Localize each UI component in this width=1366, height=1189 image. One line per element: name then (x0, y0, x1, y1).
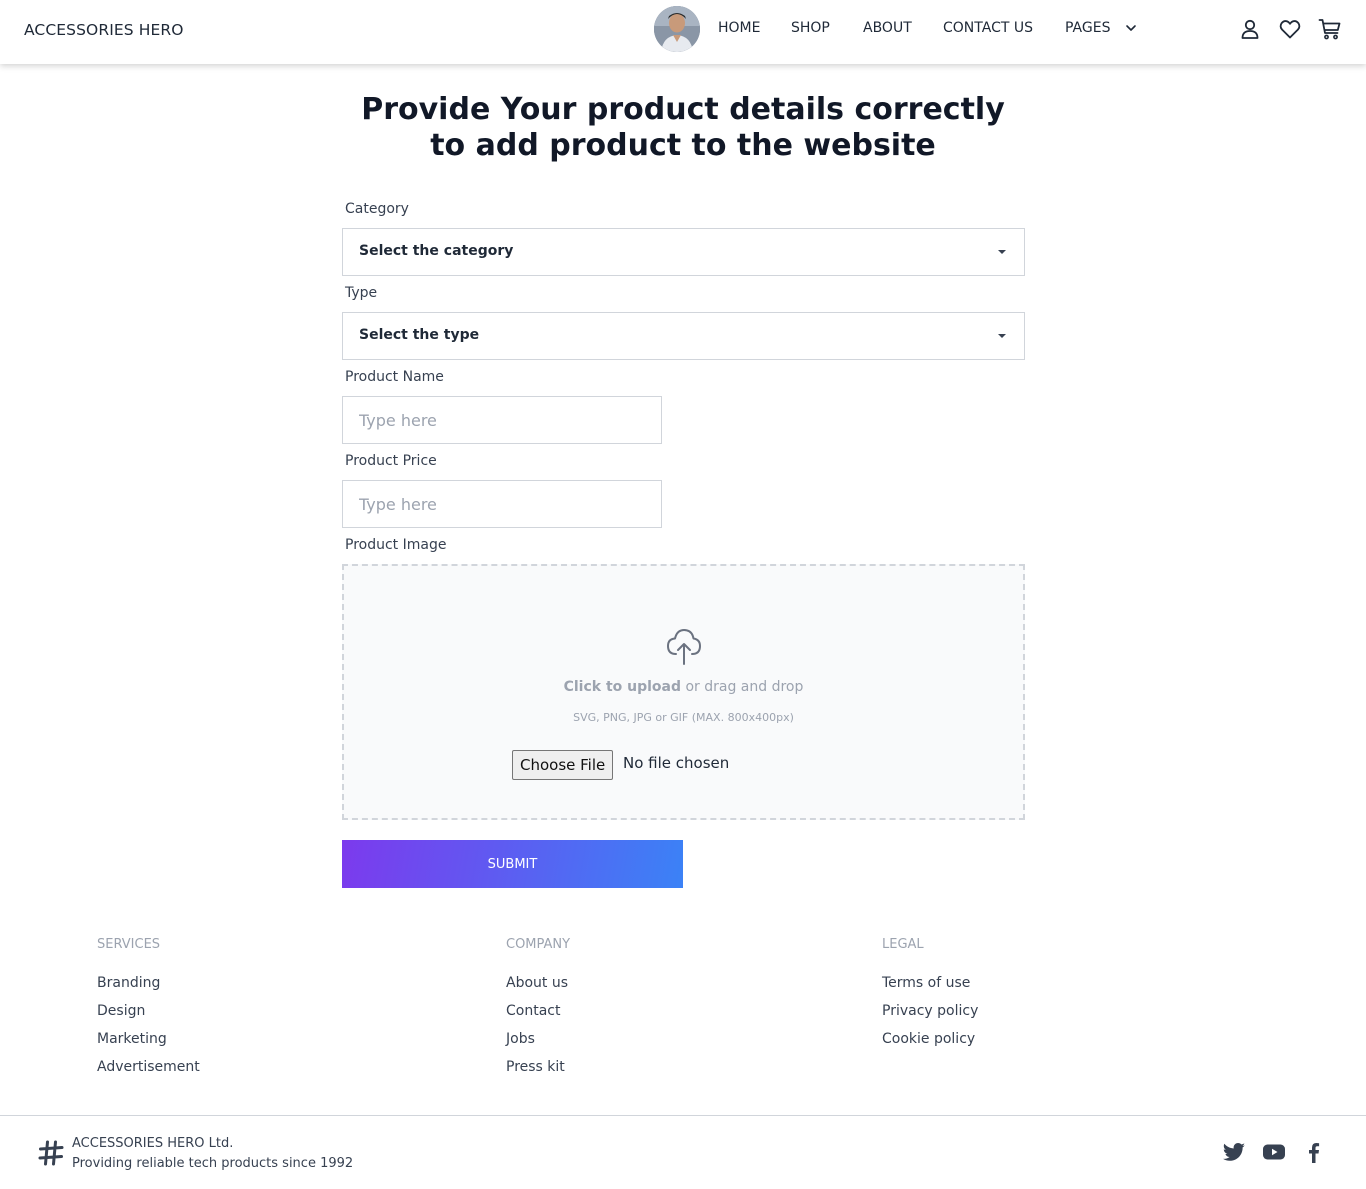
product-name-input[interactable] (342, 396, 662, 444)
page-title: Provide Your product details correctly t… (283, 92, 1083, 164)
footer-link-advertisement[interactable]: Advertisement (97, 1057, 200, 1085)
footer-company-title: COMPANY (506, 937, 571, 952)
footer-tagline: Providing reliable tech products since 1… (72, 1156, 354, 1171)
footer-services: SERVICES Branding Design Marketing Adver… (97, 937, 200, 1085)
product-price-label: Product Price (345, 453, 437, 469)
footer-link-cookie[interactable]: Cookie policy (882, 1029, 978, 1057)
footer-link-terms[interactable]: Terms of use (882, 973, 978, 1001)
footer-company-info: ACCESSORIES HERO Ltd. Providing reliable… (72, 1134, 353, 1174)
brand-logo[interactable]: ACCESSORIES HERO (24, 21, 184, 39)
nav-home[interactable]: HOME (718, 20, 760, 36)
footer-divider (0, 1115, 1366, 1116)
footer-link-marketing[interactable]: Marketing (97, 1029, 200, 1057)
footer-legal: LEGAL Terms of use Privacy policy Cookie… (882, 937, 978, 1057)
caret-down-icon (998, 334, 1006, 338)
avatar-image (654, 6, 700, 52)
product-name-label: Product Name (345, 369, 444, 385)
category-selected-value: Select the category (359, 243, 514, 259)
chevron-down-icon[interactable] (1124, 21, 1138, 35)
avatar[interactable] (654, 6, 700, 52)
footer-services-title: SERVICES (97, 937, 161, 952)
product-image-label: Product Image (345, 537, 447, 553)
page-title-line-1: Provide Your product details correctly (361, 92, 1005, 127)
type-select[interactable]: Select the type (342, 312, 1025, 360)
footer-legal-title: LEGAL (882, 937, 924, 952)
type-selected-value: Select the type (359, 327, 480, 343)
footer-link-design[interactable]: Design (97, 1001, 200, 1029)
twitter-icon[interactable] (1222, 1140, 1246, 1164)
nav-pages[interactable]: PAGES (1065, 20, 1110, 36)
product-price-input[interactable] (342, 480, 662, 528)
nav-about[interactable]: ABOUT (863, 20, 912, 36)
file-status-text: No file chosen (623, 754, 730, 772)
nav-shop[interactable]: SHOP (791, 20, 830, 36)
heart-icon[interactable] (1278, 17, 1302, 41)
footer-company-name: ACCESSORIES HERO Ltd. (72, 1136, 234, 1151)
footer-company: COMPANY About us Contact Jobs Press kit (506, 937, 570, 1085)
category-select[interactable]: Select the category (342, 228, 1025, 276)
hashtag-logo-icon (38, 1140, 64, 1166)
category-label: Category (345, 201, 409, 217)
nav-contact-us[interactable]: CONTACT US (943, 20, 1033, 36)
caret-down-icon (998, 250, 1006, 254)
user-icon[interactable] (1238, 17, 1262, 41)
type-label: Type (345, 285, 378, 301)
click-to-upload-text[interactable]: Click to upload (564, 679, 681, 695)
choose-file-button[interactable]: Choose File (512, 750, 614, 780)
submit-button[interactable]: SUBMIT (342, 840, 683, 888)
footer-link-press-kit[interactable]: Press kit (506, 1057, 570, 1085)
drag-and-drop-text: or drag and drop (681, 679, 804, 695)
footer-link-branding[interactable]: Branding (97, 973, 200, 1001)
footer-link-jobs[interactable]: Jobs (506, 1029, 570, 1057)
image-upload-dropzone[interactable]: Click to upload or drag and drop SVG, PN… (342, 564, 1025, 820)
page-title-line-2: to add product to the website (430, 128, 936, 163)
footer-link-contact[interactable]: Contact (506, 1001, 570, 1029)
upload-instruction: Click to upload or drag and drop (344, 679, 1023, 695)
facebook-icon[interactable] (1302, 1140, 1326, 1164)
cart-icon[interactable] (1318, 17, 1342, 41)
footer-link-about-us[interactable]: About us (506, 973, 570, 1001)
navbar: ACCESSORIES HERO HOME SHOP ABOUT CONTACT… (0, 0, 1366, 64)
youtube-icon[interactable] (1262, 1140, 1286, 1164)
footer-link-privacy[interactable]: Privacy policy (882, 1001, 978, 1029)
upload-format-hint: SVG, PNG, JPG or GIF (MAX. 800x400px) (573, 711, 794, 724)
cloud-upload-icon (667, 629, 701, 665)
